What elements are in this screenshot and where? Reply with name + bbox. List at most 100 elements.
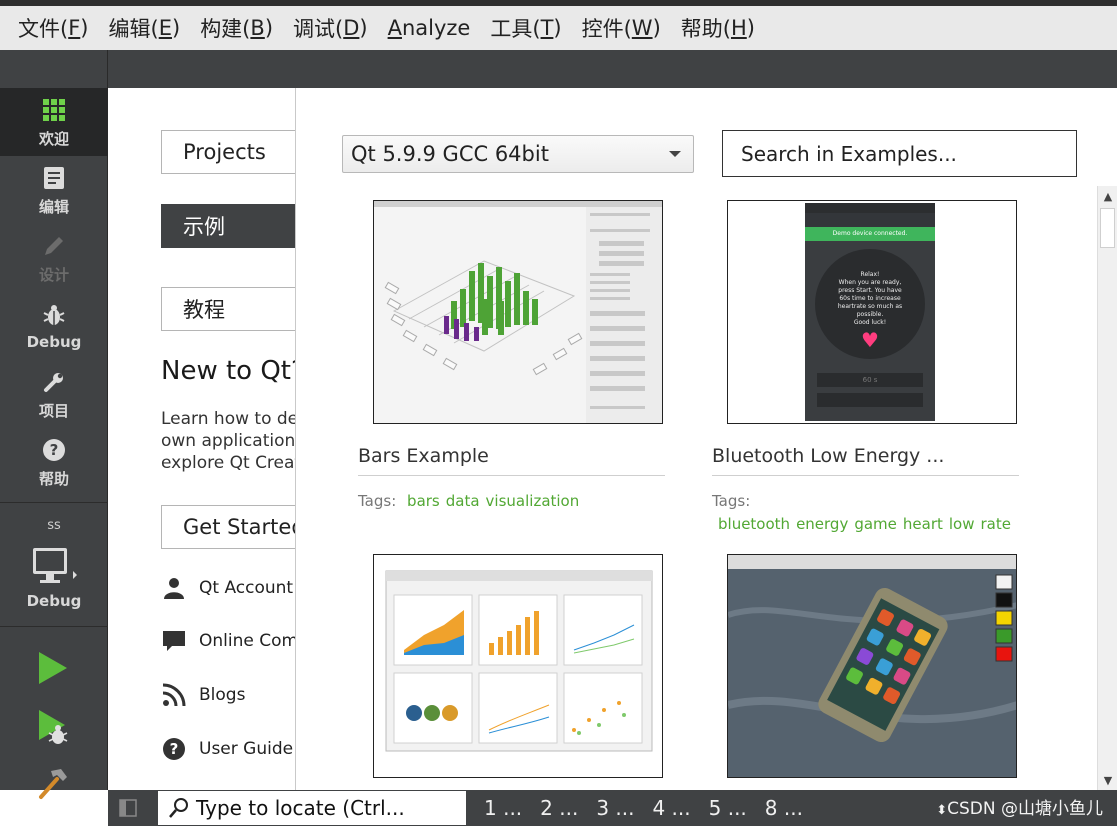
link-label: Online Community (199, 631, 295, 651)
menu-label: 编辑( (108, 17, 159, 41)
menu-bar: 文件(F) 编辑(E) 构建(B) 调试(D) Analyze 工具(T) 控件(W) 帮助(… (0, 6, 1117, 50)
tag-link[interactable]: low (949, 515, 975, 533)
menu-label-end: ) (553, 16, 562, 40)
help-icon: ? (161, 736, 187, 762)
menu-item[interactable]: 帮助(H) (671, 6, 765, 50)
link-label: User Guide (199, 739, 294, 759)
mode-label: 编辑 (38, 197, 69, 216)
examples-button[interactable]: 示例 (161, 204, 295, 248)
mode-label: 帮助 (38, 469, 69, 488)
mode-label: 设计 (38, 265, 69, 284)
menu-accelerator: F (68, 16, 81, 40)
scroll-up-icon[interactable]: ▲ (1098, 186, 1117, 206)
search-icon (168, 797, 190, 819)
mode-design[interactable]: 设计 (0, 224, 108, 292)
menu-item[interactable]: 控件(W) (572, 6, 671, 50)
mode-help[interactable]: ? 帮助 (0, 428, 108, 496)
example-thumbnail (373, 554, 663, 778)
output-pane-button[interactable]: 4 ... (652, 796, 690, 820)
menu-accelerator: H (730, 16, 747, 40)
scroll-down-icon[interactable]: ▼ (1098, 770, 1117, 790)
example-tags: Tags: bluetooth energy game heart low rate (712, 490, 1022, 536)
menu-item[interactable]: 构建(B) (190, 6, 283, 50)
online-community-link[interactable]: Online Community (161, 626, 295, 656)
blogs-link[interactable]: Blogs (161, 680, 245, 710)
tag-link[interactable]: heart (903, 515, 943, 533)
qt-account-link[interactable]: Qt Account (161, 573, 293, 603)
intro-line: explore Qt Creator. (161, 453, 295, 473)
menu-label-end: ) (652, 16, 661, 40)
grid-icon (42, 96, 66, 124)
watermark: ⬍CSDN @山塘小鱼儿 (936, 794, 1103, 819)
run-button[interactable] (30, 647, 76, 693)
start-button (817, 393, 923, 407)
menu-accelerator: W (631, 16, 653, 40)
rss-icon (161, 682, 187, 708)
menu-label: 文件( (18, 17, 69, 41)
example-title: Bluetooth Low Energy ... (712, 445, 945, 467)
menu-label-end: ) (80, 16, 89, 40)
tag-link[interactable]: game (854, 515, 897, 533)
menu-accelerator: A (387, 16, 402, 40)
tag-link[interactable]: visualization (486, 492, 580, 510)
menu-label: 构建( (200, 17, 251, 41)
output-pane-button[interactable]: 5 ... (709, 796, 747, 820)
kit-project-name: ss (47, 518, 61, 533)
mode-edit[interactable]: 编辑 (0, 156, 108, 224)
relax-line: Relax! (860, 271, 880, 278)
build-button[interactable] (30, 762, 76, 808)
menu-accelerator: B (250, 16, 265, 40)
projects-button[interactable]: Projects (161, 130, 295, 174)
mode-debug[interactable]: Debug (0, 292, 108, 360)
tags-label: Tags: (712, 492, 751, 510)
output-pane-button[interactable]: 2 ... (540, 796, 578, 820)
scrollbar-thumb[interactable] (1100, 208, 1115, 248)
toggle-sidebar-button[interactable] (108, 790, 148, 826)
link-label: Qt Account (199, 578, 294, 598)
intro-line: own applications and (161, 431, 296, 451)
examples-scrollbar[interactable]: ▲ ▼ (1097, 186, 1117, 790)
document-icon (43, 164, 65, 192)
get-started-button[interactable]: Get Started Now (161, 505, 295, 549)
menu-label: 控件( (581, 17, 632, 41)
link-label: Blogs (199, 685, 246, 705)
debug-run-button[interactable] (30, 706, 76, 752)
tutorials-button[interactable]: 教程 (161, 287, 295, 331)
menu-item[interactable]: Analyze (378, 6, 481, 50)
watermark-text: CSDN @山塘小鱼儿 (947, 799, 1103, 819)
tag-link[interactable]: data (446, 492, 480, 510)
mode-header-strip (108, 50, 1117, 88)
sidebar-separator (0, 626, 108, 627)
menu-item[interactable]: 文件(F) (8, 6, 99, 50)
menu-item[interactable]: 工具(T) (480, 6, 571, 50)
example-thumbnail (373, 200, 663, 424)
tag-link[interactable]: bluetooth (718, 515, 790, 533)
run-icon (36, 650, 70, 690)
menu-item[interactable]: 调试(D) (283, 6, 378, 50)
tag-link[interactable]: energy (796, 515, 848, 533)
qt-version-select[interactable]: Qt 5.9.9 GCC 64bit (342, 135, 694, 173)
phone-screen: Demo device connected. Relax! When you a… (805, 203, 935, 421)
examples-search-input[interactable]: Search in Examples... (722, 130, 1077, 177)
menu-label: 帮助( (680, 17, 731, 41)
locator-input[interactable]: Type to locate (Ctrl... (158, 791, 466, 825)
output-pane-button[interactable]: 8 ... (765, 796, 803, 820)
mode-projects[interactable]: 项目 (0, 360, 108, 428)
kit-selector[interactable]: Debug (0, 542, 108, 620)
menu-label: 调试( (293, 17, 344, 41)
tag-link[interactable]: bars (407, 492, 440, 510)
intro-text: Learn how to develop your own applicatio… (161, 408, 296, 474)
mode-label: 欢迎 (38, 129, 69, 148)
relax-line: press Start. You have (838, 287, 902, 294)
menu-label-end: ) (171, 16, 181, 40)
welcome-side-panel: Projects 示例 教程 New to Qt? Learn how to d… (108, 88, 296, 790)
chat-icon (161, 628, 187, 654)
mode-welcome[interactable]: 欢迎 (0, 88, 108, 156)
tag-link[interactable]: rate (981, 515, 1011, 533)
menu-item[interactable]: 编辑(E) (99, 6, 191, 50)
output-pane-button[interactable]: 1 ... (484, 796, 522, 820)
user-guide-link[interactable]: ? User Guide (161, 734, 293, 764)
output-pane-button[interactable]: 3 ... (596, 796, 634, 820)
example-thumbnail: Demo device connected. Relax! When you a… (727, 200, 1017, 424)
kit-build-label: Debug (26, 592, 82, 610)
